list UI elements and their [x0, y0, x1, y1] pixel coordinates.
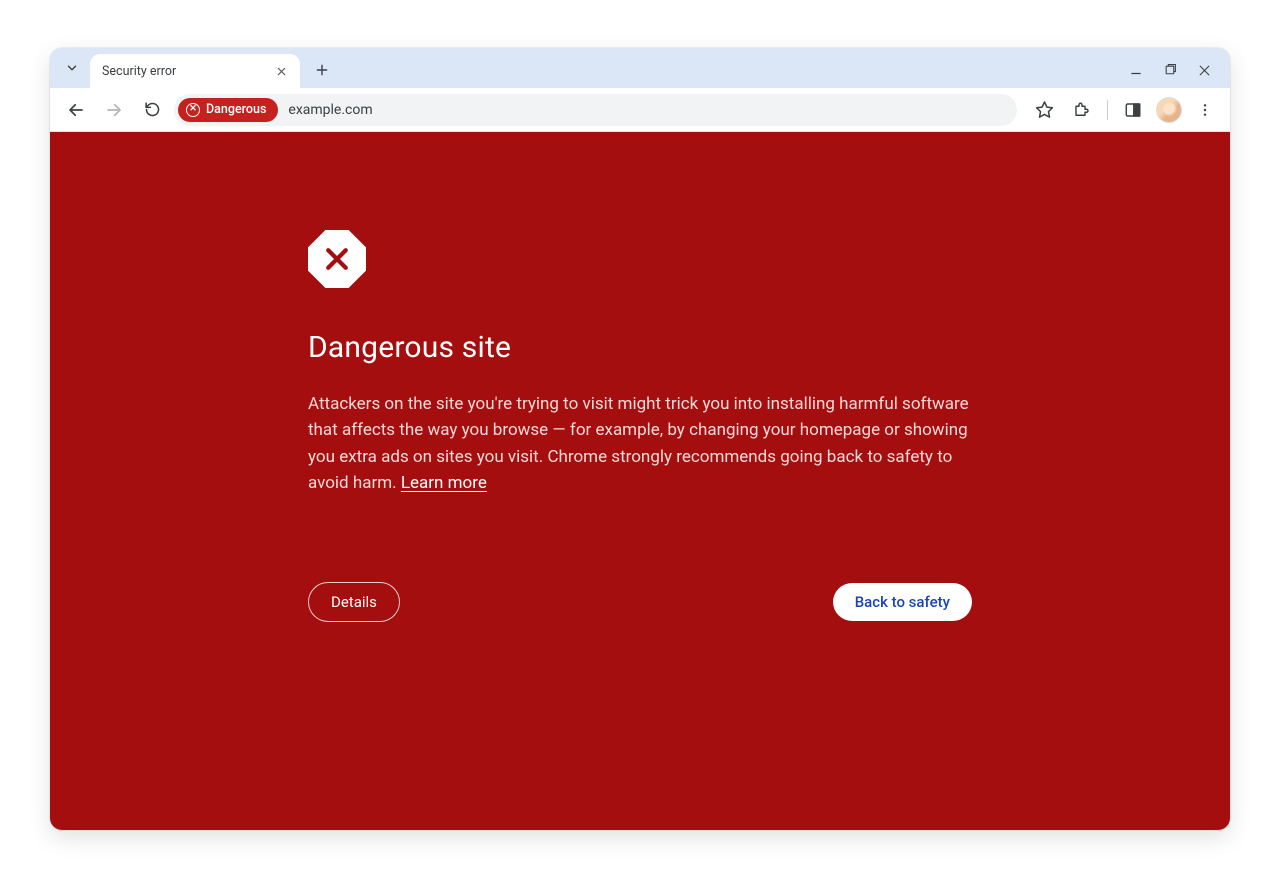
- interstitial-content: Dangerous site Attackers on the site you…: [300, 132, 980, 682]
- plus-icon: [315, 63, 329, 77]
- side-panel-icon: [1124, 101, 1142, 119]
- tab-close-button[interactable]: [272, 62, 290, 80]
- interstitial-page: Dangerous site Attackers on the site you…: [50, 132, 1230, 830]
- chrome-menu-button[interactable]: [1190, 95, 1220, 125]
- close-icon: [1198, 64, 1211, 77]
- puzzle-icon: [1073, 101, 1091, 119]
- page-body: Attackers on the site you're trying to v…: [308, 391, 972, 496]
- back-button[interactable]: [60, 94, 92, 126]
- forward-button[interactable]: [98, 94, 130, 126]
- extensions-button[interactable]: [1067, 95, 1097, 125]
- window-maximize-button[interactable]: [1162, 62, 1178, 78]
- kebab-icon: [1197, 102, 1213, 118]
- maximize-icon: [1164, 64, 1177, 77]
- arrow-right-icon: [105, 101, 123, 119]
- back-to-safety-button[interactable]: Back to safety: [833, 583, 972, 621]
- tab-title: Security error: [102, 64, 176, 79]
- browser-tab[interactable]: Security error: [90, 54, 300, 88]
- security-chip[interactable]: ✕ Dangerous: [178, 98, 278, 122]
- minimize-icon: [1129, 63, 1143, 77]
- close-icon: [276, 66, 287, 77]
- chevron-down-icon: [65, 61, 79, 75]
- omnibox-url: example.com: [288, 102, 372, 118]
- toolbar: ✕ Dangerous example.com: [50, 88, 1230, 132]
- details-button[interactable]: Details: [308, 582, 400, 622]
- profile-avatar[interactable]: [1156, 97, 1182, 123]
- tab-search-button[interactable]: [58, 54, 86, 82]
- browser-window: Security error: [50, 48, 1230, 830]
- new-tab-button[interactable]: [308, 56, 336, 84]
- window-close-button[interactable]: [1196, 62, 1212, 78]
- omnibox[interactable]: ✕ Dangerous example.com: [174, 94, 1017, 126]
- side-panel-button[interactable]: [1118, 95, 1148, 125]
- toolbar-actions: [1023, 95, 1220, 125]
- star-icon: [1035, 100, 1054, 119]
- tab-strip: Security error: [50, 48, 1230, 88]
- danger-badge-icon: ✕: [186, 103, 200, 117]
- reload-icon: [144, 101, 161, 118]
- bookmark-button[interactable]: [1029, 95, 1059, 125]
- toolbar-divider: [1107, 100, 1108, 120]
- reload-button[interactable]: [136, 94, 168, 126]
- security-chip-label: Dangerous: [206, 102, 266, 117]
- x-mark-icon: [322, 244, 352, 274]
- arrow-left-icon: [67, 101, 85, 119]
- stop-octagon-icon: [308, 230, 366, 288]
- danger-icon: [308, 230, 972, 288]
- window-minimize-button[interactable]: [1128, 62, 1144, 78]
- learn-more-link[interactable]: Learn more: [401, 473, 487, 493]
- window-controls: [1128, 62, 1220, 88]
- page-heading: Dangerous site: [308, 330, 972, 365]
- button-row: Details Back to safety: [308, 582, 972, 622]
